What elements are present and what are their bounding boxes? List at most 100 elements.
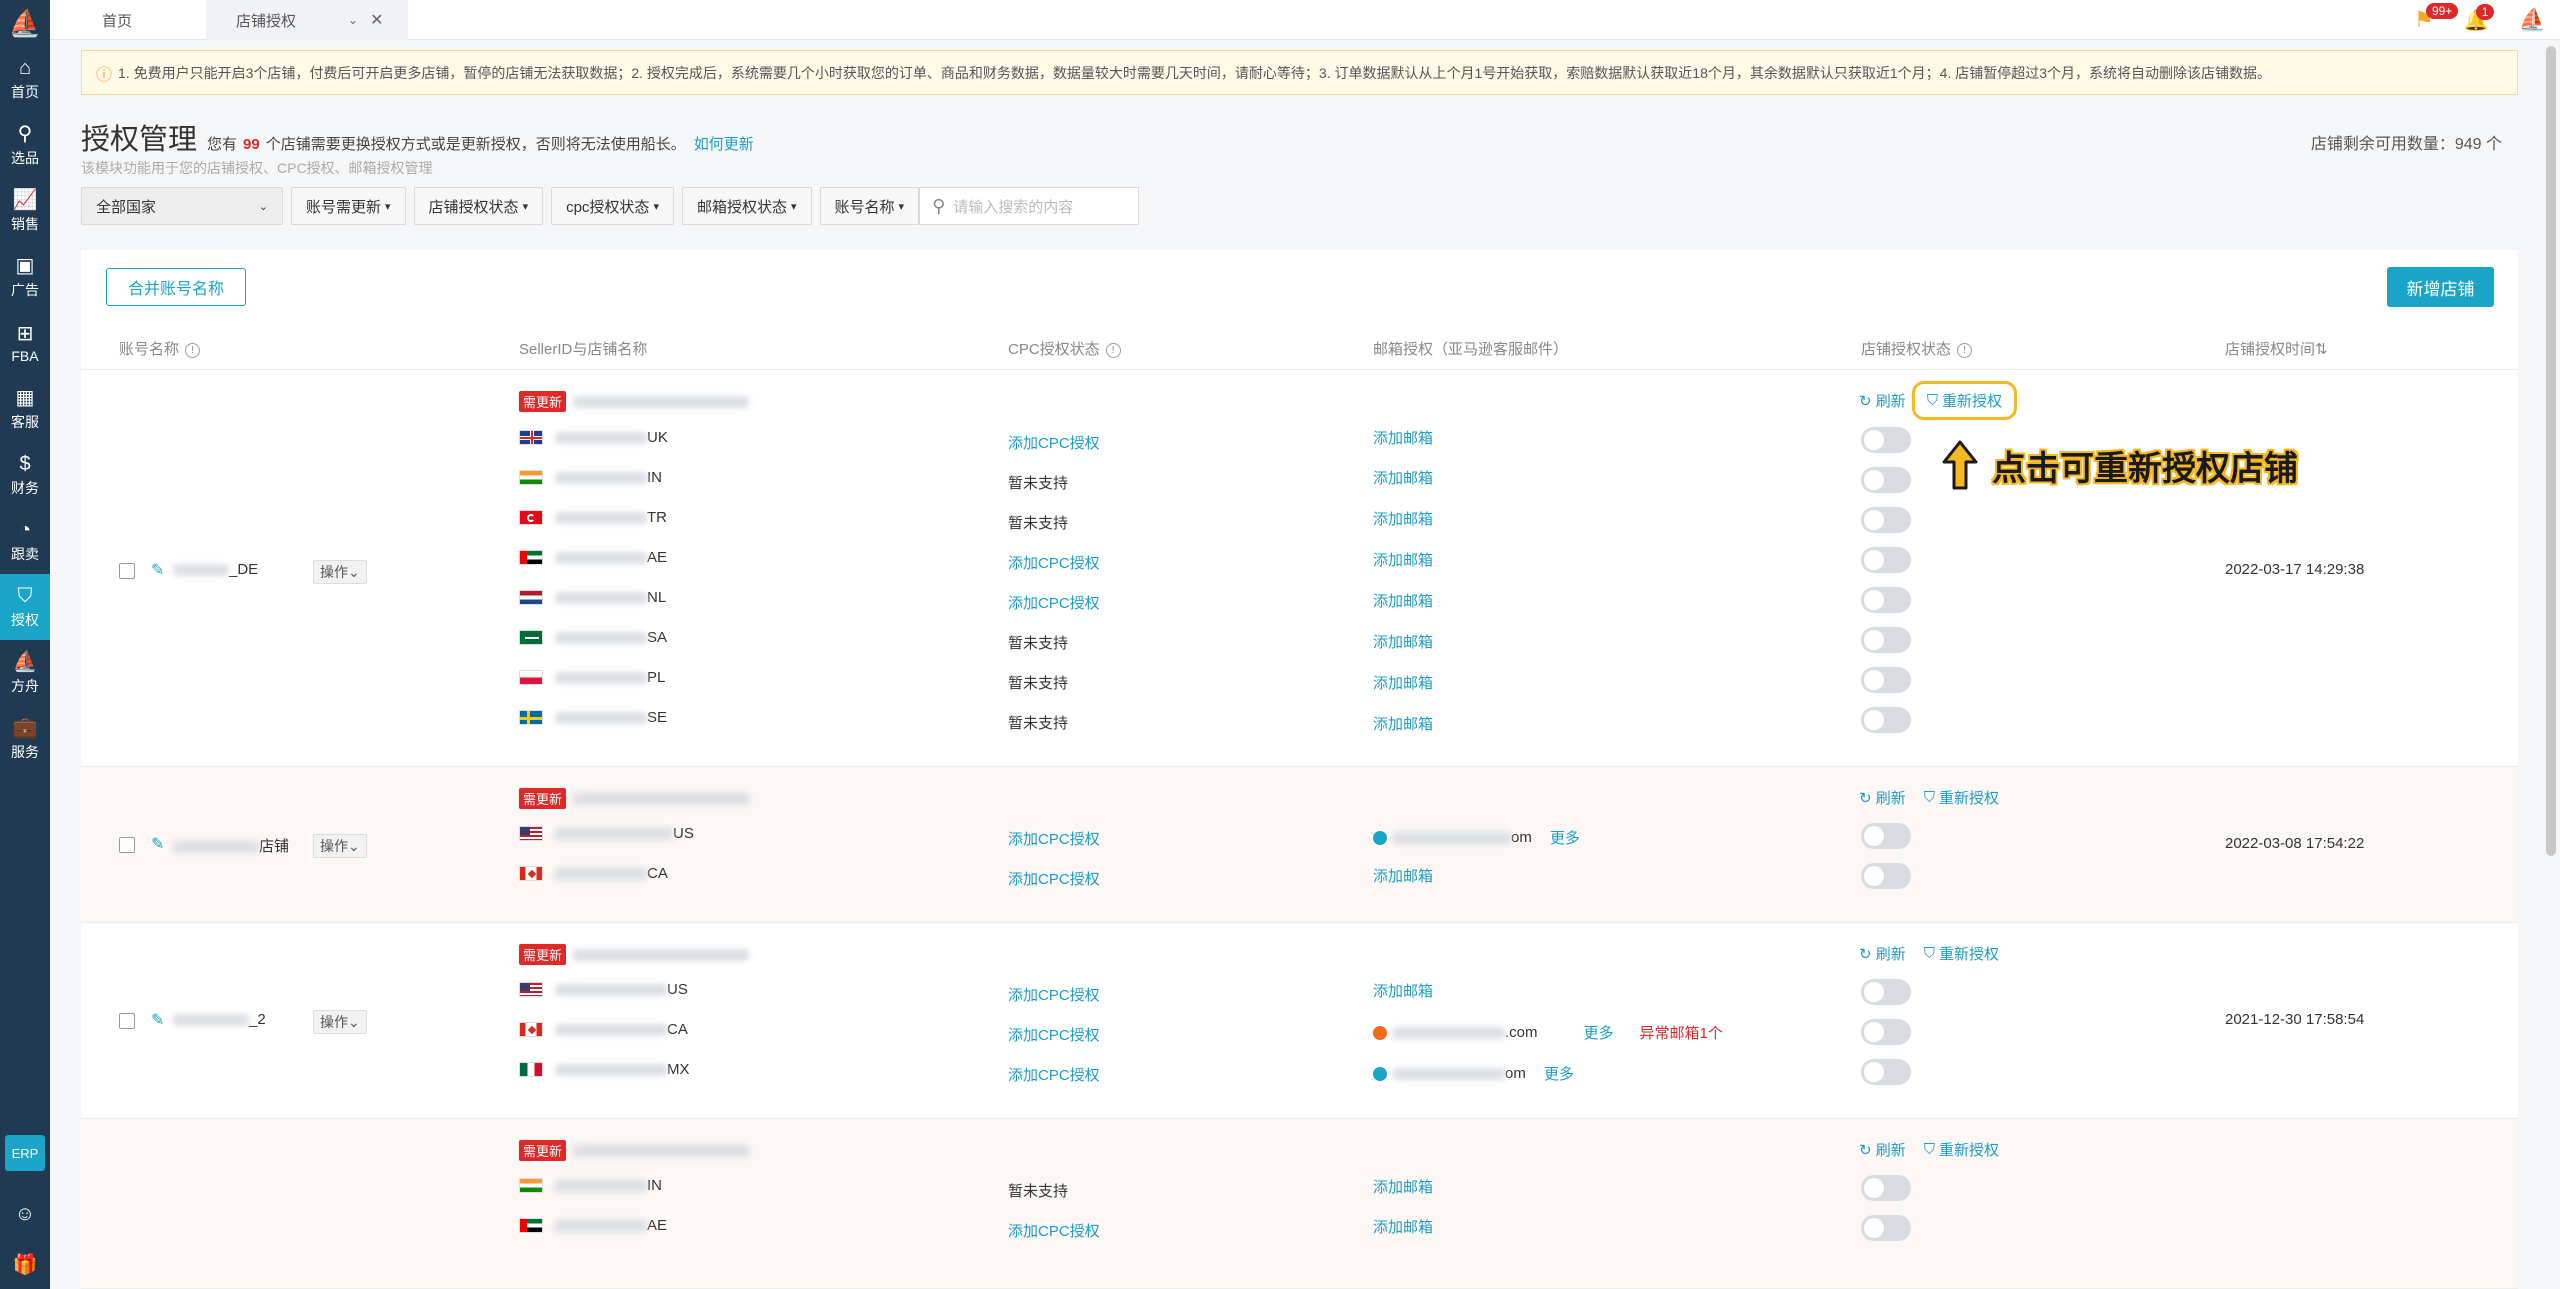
info-icon[interactable]: !	[1957, 342, 1973, 358]
account-group: ✎ 店铺 操作 ⌄ 需更新 ↻ 刷新 ⛉ 重新授权 2022-03-08 17:54…	[81, 767, 2518, 923]
account-name-filter[interactable]: 账号名称 ▾	[819, 187, 920, 225]
add-mail-link[interactable]: 添加邮箱	[1373, 980, 1433, 1001]
info-icon[interactable]: !	[185, 342, 201, 358]
shop-toggle[interactable]	[1861, 1059, 1911, 1085]
add-mail-link[interactable]: 添加邮箱	[1373, 467, 1433, 488]
add-mail-link[interactable]: 添加邮箱	[1373, 1216, 1433, 1237]
mail-auth-filter[interactable]: 邮箱授权状态 ▾	[681, 187, 812, 225]
sidebar-item-auth[interactable]: ⛉ 授权	[0, 574, 50, 640]
row-checkbox[interactable]	[119, 1013, 135, 1029]
add-cpc-link[interactable]: 添加CPC授权	[1008, 828, 1100, 849]
flag-sa-icon	[519, 630, 543, 645]
bell-icon[interactable]: 🔔 1	[2464, 3, 2495, 33]
chevron-down-icon[interactable]: ⌄	[348, 13, 358, 27]
shop-toggle[interactable]	[1861, 427, 1911, 453]
tab-shop-auth[interactable]: 店铺授权 ⌄ ✕	[206, 0, 408, 40]
add-mail-link[interactable]: 添加邮箱	[1373, 865, 1433, 886]
add-mail-link[interactable]: 添加邮箱	[1373, 549, 1433, 570]
sidebar-item-selection[interactable]: ⚲ 选品	[0, 112, 50, 178]
erp-button[interactable]: ERP	[5, 1135, 45, 1171]
flag-icon[interactable]: ⚑ 99+	[2414, 3, 2459, 33]
reauth-callout: 点击可重新授权店铺	[1942, 440, 2298, 490]
abnormal-mail-link[interactable]: 异常邮箱1个	[1640, 1022, 1723, 1043]
scrollbar[interactable]	[2546, 46, 2556, 856]
more-link[interactable]: 更多	[1584, 1022, 1614, 1043]
refresh-button[interactable]: ↻ 刷新	[1859, 1139, 1906, 1160]
sidebar-item-services[interactable]: 💼 服务	[0, 706, 50, 772]
add-mail-link[interactable]: 添加邮箱	[1373, 672, 1433, 693]
edit-icon[interactable]: ✎	[151, 1010, 164, 1030]
shop-auth-filter[interactable]: 店铺授权状态 ▾	[413, 187, 544, 225]
tab-home[interactable]: 首页	[50, 0, 206, 40]
reauth-button[interactable]: ⛉ 重新授权	[1924, 1139, 1999, 1160]
shop-toggle[interactable]	[1861, 707, 1911, 733]
sidebar-item-finance[interactable]: $ 财务	[0, 442, 50, 508]
support-icon[interactable]: ☺	[15, 1189, 35, 1239]
add-cpc-link[interactable]: 添加CPC授权	[1008, 1024, 1100, 1045]
need-update-filter[interactable]: 账号需更新 ▾	[291, 187, 406, 225]
shop-toggle[interactable]	[1861, 979, 1911, 1005]
shop-toggle[interactable]	[1861, 1175, 1911, 1201]
shop-toggle[interactable]	[1861, 467, 1911, 493]
row-checkbox[interactable]	[119, 563, 135, 579]
shop-toggle[interactable]	[1861, 627, 1911, 653]
ops-dropdown[interactable]: 操作 ⌄	[313, 1010, 367, 1034]
reauth-button[interactable]: ⛉ 重新授权	[1911, 381, 2018, 420]
edit-icon[interactable]: ✎	[151, 560, 164, 580]
add-mail-link[interactable]: 添加邮箱	[1373, 713, 1433, 734]
country-select[interactable]: 全部国家 ⌄	[81, 187, 283, 225]
sidebar-item-fba[interactable]: ⊞ FBA	[0, 310, 50, 376]
reauth-button[interactable]: ⛉ 重新授权	[1924, 787, 1999, 808]
gift-icon[interactable]: 🎁	[13, 1239, 38, 1289]
sort-icon[interactable]: ⇅	[2315, 341, 2328, 358]
add-mail-link[interactable]: 添加邮箱	[1373, 590, 1433, 611]
reauth-button[interactable]: ⛉ 重新授权	[1924, 943, 1999, 964]
shop-toggle[interactable]	[1861, 547, 1911, 573]
sidebar-item-follow[interactable]: ◔ 跟卖	[0, 508, 50, 574]
add-mail-link[interactable]: 添加邮箱	[1373, 508, 1433, 529]
shop-toggle[interactable]	[1861, 1215, 1911, 1241]
sidebar-item-home[interactable]: ⌂ 首页	[0, 46, 50, 112]
search-input[interactable]: ⚲ 请输入搜索的内容	[919, 187, 1140, 225]
sidebar-item-ark[interactable]: ⛵ 方舟	[0, 640, 50, 706]
account-group: 需更新 ↻ 刷新 ⛉ 重新授权 IN 暂未支持 添加邮箱 AE 添加CPC授权 添…	[81, 1119, 2518, 1289]
shop-toggle[interactable]	[1861, 667, 1911, 693]
add-cpc-link[interactable]: 添加CPC授权	[1008, 1064, 1100, 1085]
edit-icon[interactable]: ✎	[151, 834, 164, 854]
more-link[interactable]: 更多	[1544, 1063, 1574, 1084]
add-mail-link[interactable]: 添加邮箱	[1373, 1176, 1433, 1197]
shop-toggle[interactable]	[1861, 507, 1911, 533]
add-shop-button[interactable]: 新增店铺	[2387, 267, 2494, 307]
refresh-button[interactable]: ↻ 刷新	[1859, 390, 1906, 411]
shop-toggle[interactable]	[1861, 863, 1911, 889]
add-cpc-link[interactable]: 添加CPC授权	[1008, 1220, 1100, 1241]
add-mail-link[interactable]: 添加邮箱	[1373, 427, 1433, 448]
ops-dropdown[interactable]: 操作 ⌄	[313, 834, 367, 858]
add-cpc-link[interactable]: 添加CPC授权	[1008, 984, 1100, 1005]
more-link[interactable]: 更多	[1550, 827, 1580, 848]
add-cpc-link[interactable]: 添加CPC授权	[1008, 592, 1100, 613]
cpc-auth-filter[interactable]: cpc授权状态 ▾	[551, 187, 674, 225]
sidebar-item-service[interactable]: ▦ 客服	[0, 376, 50, 442]
sidebar-item-ads[interactable]: ▣ 广告	[0, 244, 50, 310]
merge-account-button[interactable]: 合并账号名称	[106, 268, 246, 306]
close-icon[interactable]: ✕	[370, 10, 383, 30]
user-avatar[interactable]: ⛵	[2519, 7, 2546, 33]
refresh-button[interactable]: ↻ 刷新	[1859, 943, 1906, 964]
add-cpc-link[interactable]: 添加CPC授权	[1008, 432, 1100, 453]
info-icon[interactable]: !	[1105, 342, 1121, 358]
refresh-icon: ↻	[1859, 946, 1872, 963]
col-auth-time[interactable]: 店铺授权时间⇅	[2225, 338, 2328, 359]
shop-toggle[interactable]	[1861, 587, 1911, 613]
shop-toggle[interactable]	[1861, 1019, 1911, 1045]
how-to-update-link[interactable]: 如何更新	[694, 136, 754, 153]
sidebar-item-sales[interactable]: 📈 销售	[0, 178, 50, 244]
app-logo-icon[interactable]: ⛵	[0, 0, 50, 46]
refresh-button[interactable]: ↻ 刷新	[1859, 787, 1906, 808]
add-cpc-link[interactable]: 添加CPC授权	[1008, 868, 1100, 889]
row-checkbox[interactable]	[119, 837, 135, 853]
add-cpc-link[interactable]: 添加CPC授权	[1008, 552, 1100, 573]
add-mail-link[interactable]: 添加邮箱	[1373, 631, 1433, 652]
ops-dropdown[interactable]: 操作 ⌄	[313, 560, 367, 584]
shop-toggle[interactable]	[1861, 823, 1911, 849]
